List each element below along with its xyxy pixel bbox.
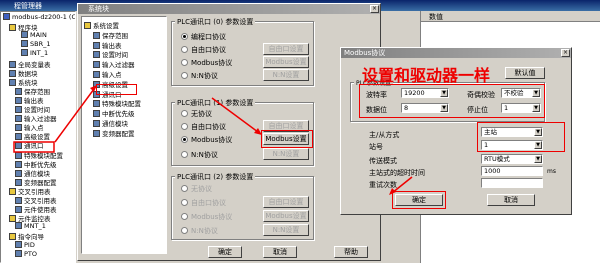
arrow-line-2 (211, 97, 259, 133)
arrow-line-3 (391, 176, 413, 194)
arrow-head-3 (389, 188, 396, 195)
arrow-line-1 (54, 88, 95, 143)
arrow-head-1 (90, 85, 97, 92)
highlight-tree-comm-port (13, 141, 55, 153)
annotation-arrows (13, 85, 413, 195)
